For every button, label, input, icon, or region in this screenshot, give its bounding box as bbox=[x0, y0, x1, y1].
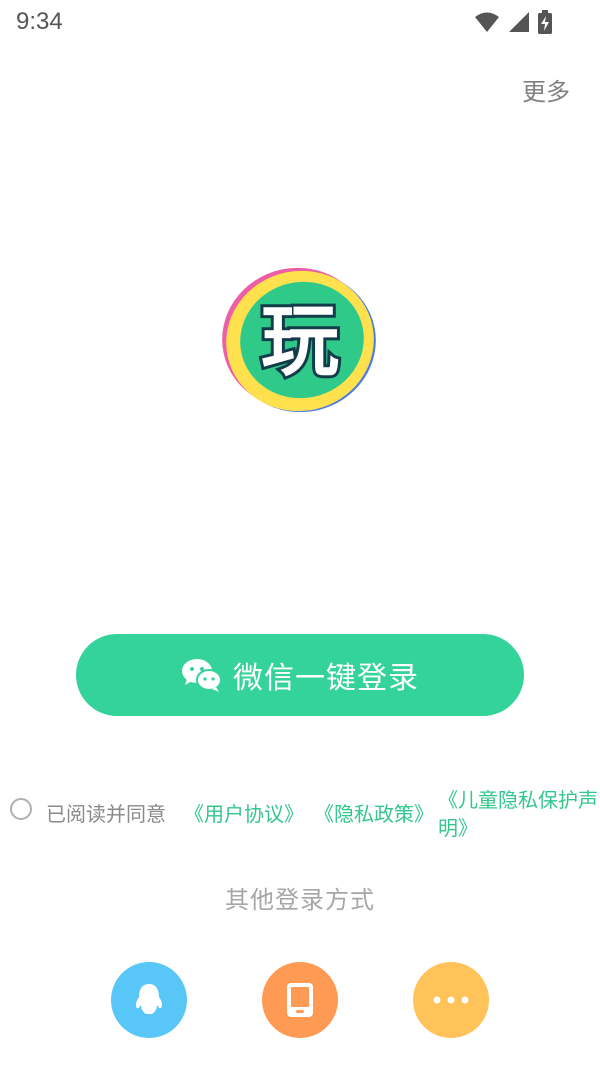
more-link[interactable]: 更多 bbox=[522, 72, 570, 107]
more-login-button[interactable] bbox=[413, 962, 489, 1038]
phone-icon bbox=[287, 983, 313, 1017]
phone-login-button[interactable] bbox=[262, 962, 338, 1038]
children-privacy-link[interactable]: 《儿童隐私保护声明》 bbox=[438, 786, 600, 842]
cell-signal-icon bbox=[509, 12, 529, 32]
wechat-login-button[interactable]: 微信一键登录 bbox=[76, 634, 524, 716]
status-bar: 9:34 bbox=[0, 0, 600, 48]
wifi-icon bbox=[475, 12, 499, 32]
ellipsis-icon bbox=[433, 996, 469, 1004]
wechat-login-label: 微信一键登录 bbox=[233, 661, 419, 696]
wechat-icon bbox=[182, 659, 222, 692]
status-time: 9:34 bbox=[16, 8, 63, 35]
other-login-title: 其他登录方式 bbox=[225, 886, 375, 914]
agreement-prefix: 已阅读并同意 bbox=[46, 802, 166, 826]
privacy-policy-link[interactable]: 《隐私政策》 bbox=[314, 798, 434, 827]
qq-login-button[interactable] bbox=[111, 962, 187, 1038]
user-agreement-link[interactable]: 《用户协议》 bbox=[184, 798, 304, 827]
qq-icon bbox=[135, 984, 163, 1014]
battery-icon bbox=[538, 10, 552, 34]
logo-glyph: 玩 bbox=[261, 297, 339, 387]
agree-checkbox[interactable] bbox=[10, 798, 32, 820]
status-icons bbox=[474, 10, 552, 34]
app-logo: 玩 bbox=[220, 264, 380, 416]
